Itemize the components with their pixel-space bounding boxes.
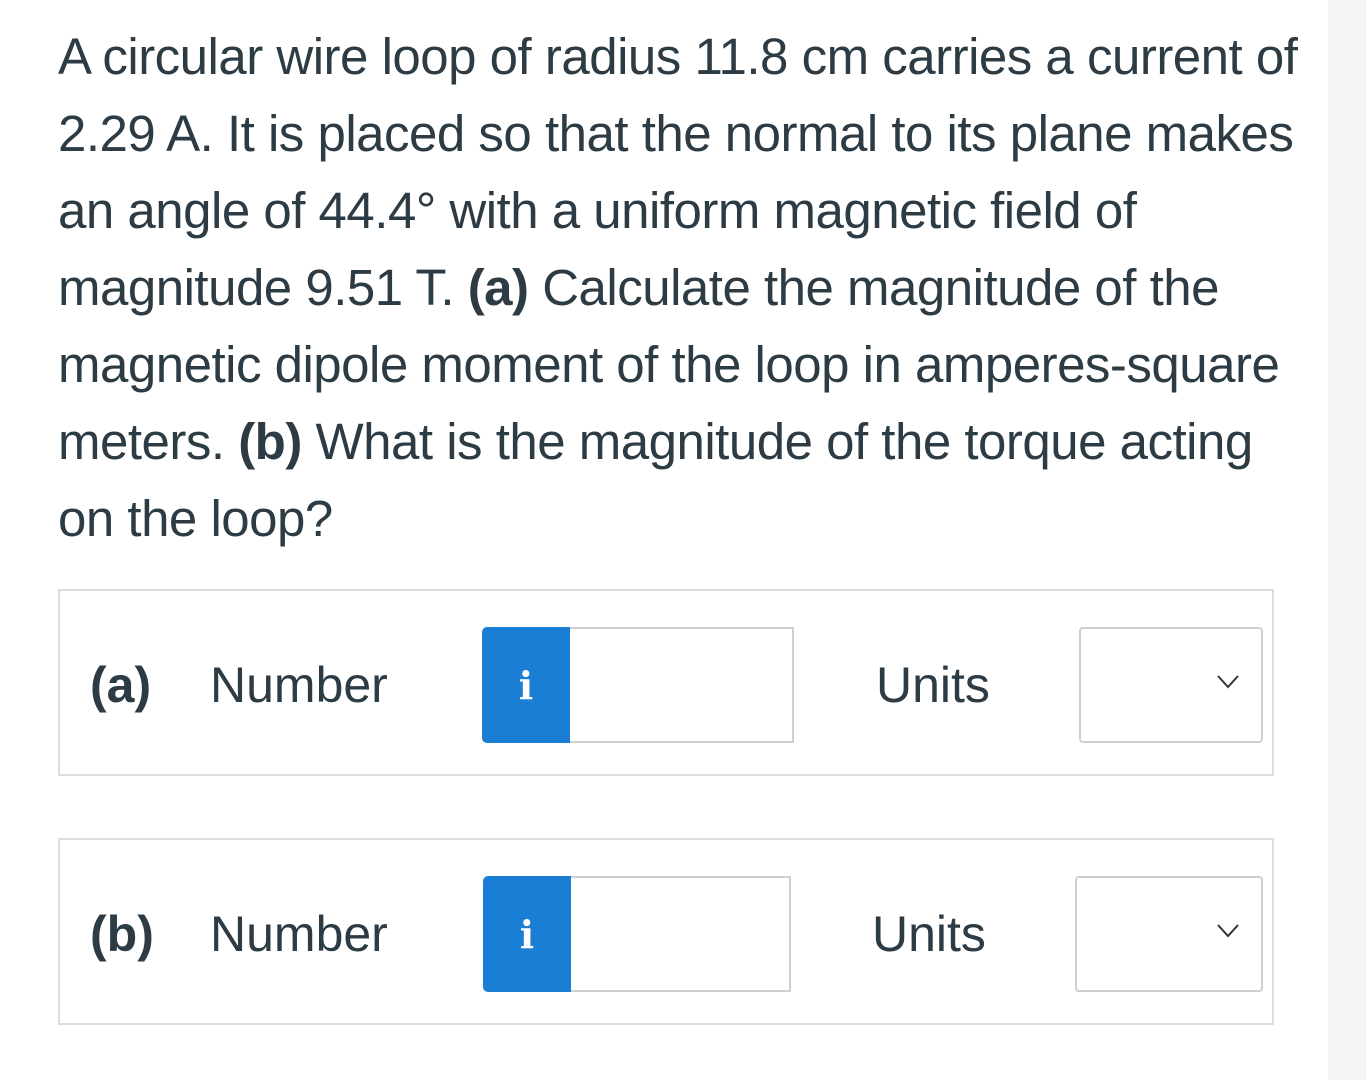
part-a-ref: (a) [467, 259, 529, 316]
chevron-down-icon [1217, 924, 1239, 938]
scrollbar-track[interactable] [1328, 0, 1366, 1080]
units-dropdown-a[interactable] [1079, 627, 1263, 743]
info-button[interactable]: i [483, 876, 571, 992]
number-input-b[interactable] [571, 876, 791, 992]
number-label: Number [210, 657, 388, 713]
answer-row-a: (a) Number i Units [58, 589, 1274, 776]
answer-row-b: (b) Number i Units [58, 838, 1274, 1025]
units-label: Units [872, 906, 986, 962]
info-button[interactable]: i [482, 627, 570, 743]
info-icon: i [519, 911, 535, 957]
number-label: Number [210, 906, 388, 962]
chevron-down-icon [1217, 675, 1239, 689]
units-label: Units [876, 657, 990, 713]
info-icon: i [518, 662, 534, 708]
number-input-a[interactable] [570, 627, 794, 743]
units-dropdown-b[interactable] [1075, 876, 1263, 992]
part-label: (a) [90, 657, 152, 713]
part-label: (b) [90, 906, 154, 962]
question-text: A circular wire loop of radius 11.8 cm c… [58, 18, 1298, 557]
part-b-ref: (b) [238, 413, 302, 470]
